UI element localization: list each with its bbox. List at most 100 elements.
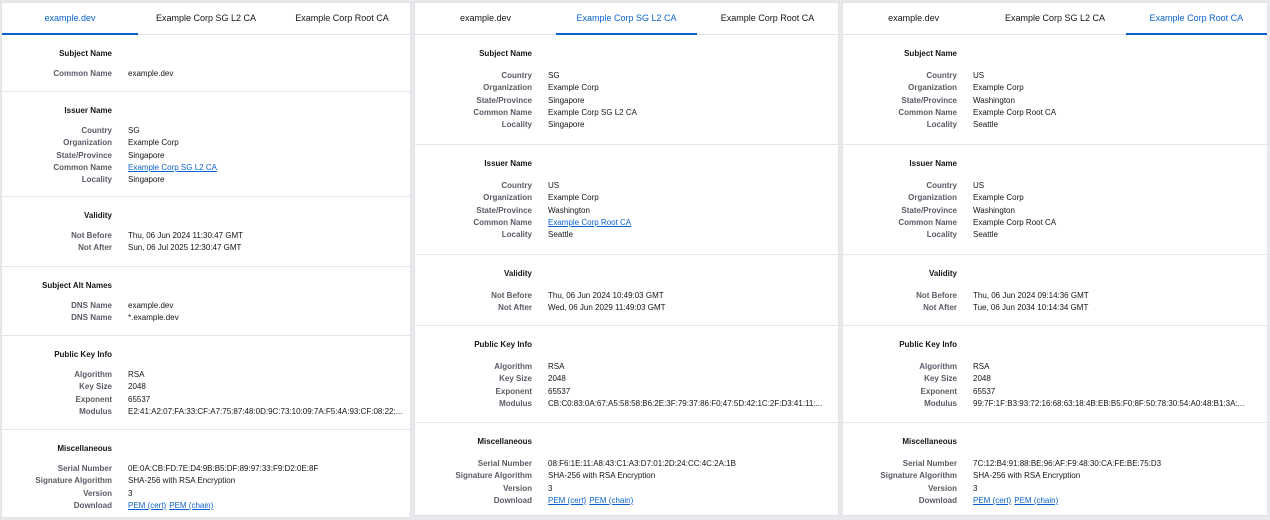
field-row-common-name: Common Name Example Corp Root CA (415, 217, 838, 229)
field-row-country: Country SG (2, 125, 410, 137)
certificate-panel-leaf: example.dev Example Corp SG L2 CA Example … (1, 2, 411, 518)
tab-example-dev[interactable]: example.dev (843, 3, 984, 34)
field-value: 3 (973, 483, 978, 493)
field-label: Country (926, 181, 957, 190)
field-row-version: Version 3 (843, 483, 1267, 495)
field-label: Serial Number (57, 464, 112, 473)
field-row-key-size: Key Size 2048 (415, 373, 838, 385)
field-value: Singapore (548, 120, 585, 130)
field-label: Modulus (924, 398, 957, 408)
field-row-organization: Organization Example Corp (843, 82, 1267, 94)
section-title: Subject Name (59, 49, 112, 58)
field-label: State/Province (476, 95, 532, 105)
field-value: Singapore (128, 150, 165, 160)
field-row-locality: Locality Singapore (2, 174, 410, 186)
field-row-serial-number: Serial Number 7C:12:B4:91:88:BE:96:AF:F9:… (843, 458, 1267, 470)
field-label: Not Before (491, 291, 532, 300)
field-value: Wed, 06 Jun 2029 11:49:03 GMT (548, 303, 666, 313)
field-row-download: Download PEM (cert) PEM (chain) (843, 495, 1267, 507)
issuer-certificate-link[interactable]: Example Corp SG L2 CA (128, 163, 217, 172)
field-label: DNS Name (71, 313, 112, 323)
field-row-download: Download PEM (cert) PEM (chain) (2, 500, 410, 512)
field-label: Algorithm (919, 362, 957, 371)
download-pem-cert-link[interactable]: PEM (cert) (128, 501, 166, 510)
download-pem-chain-link[interactable]: PEM (chain) (1014, 496, 1058, 505)
tab-example-corp-sg-l2-ca[interactable]: Example Corp SG L2 CA (984, 3, 1125, 34)
field-row-download: Download PEM (cert) PEM (chain) (415, 495, 838, 507)
tab-bar: example.dev Example Corp SG L2 CA Example … (415, 3, 838, 35)
field-value: Example Corp SG L2 CA (128, 162, 410, 174)
field-row-state-province: State/Province Singapore (2, 150, 410, 162)
field-row-country: Country US (843, 180, 1267, 192)
field-value: SHA-256 with RSA Encryption (548, 471, 656, 481)
tab-example-corp-root-ca[interactable]: Example Corp Root CA (1125, 3, 1267, 35)
field-value: example.dev (128, 301, 174, 310)
field-value: PEM (cert) PEM (chain) (128, 500, 410, 512)
download-pem-chain-link[interactable]: PEM (chain) (589, 496, 633, 505)
field-label: Locality (501, 230, 532, 240)
field-row-signature-algorithm: Signature Algorithm SHA-256 with RSA Encr… (415, 470, 838, 482)
field-row-algorithm: Algorithm RSA (415, 361, 838, 373)
field-label: State/Province (56, 150, 112, 160)
field-value: Washington (548, 205, 590, 215)
field-row-not-after: Not After Wed, 06 Jun 2029 11:49:03 GMT (415, 302, 838, 314)
field-value: SG (128, 126, 140, 135)
field-value: SHA-256 with RSA Encryption (128, 476, 236, 486)
tab-bar: example.dev Example Corp SG L2 CA Example … (2, 3, 410, 35)
section-subject-name: Subject Name Country US Organization Example… (843, 35, 1267, 145)
field-row-exponent: Exponent 65537 (2, 394, 410, 406)
field-value: US (973, 181, 985, 190)
field-row-version: Version 3 (2, 488, 410, 500)
field-row-country: Country SG (415, 70, 838, 82)
field-value: 65537 (548, 386, 571, 396)
tab-example-dev[interactable]: example.dev (2, 3, 138, 35)
field-value: E2:41:A2:07:FA:33:CF:A7:75:87:48:0D:9C:7… (128, 406, 403, 416)
section-title: Subject Name (479, 49, 532, 58)
download-pem-chain-link[interactable]: PEM (chain) (169, 501, 213, 510)
field-label: Organization (908, 83, 957, 93)
tab-example-corp-root-ca[interactable]: Example Corp Root CA (274, 3, 410, 34)
field-row-country: Country US (415, 180, 838, 192)
field-value: Washington (973, 95, 1015, 105)
field-label: Algorithm (494, 362, 532, 371)
download-pem-cert-link[interactable]: PEM (cert) (548, 496, 586, 505)
field-value: Singapore (128, 175, 165, 185)
field-label: Common Name (898, 107, 957, 117)
tab-example-corp-sg-l2-ca[interactable]: Example Corp SG L2 CA (556, 3, 697, 35)
field-value: Example Corp Root CA (973, 217, 1057, 227)
field-label: Download (493, 495, 532, 505)
field-label: Exponent (495, 386, 532, 396)
field-row-not-before: Not Before Thu, 06 Jun 2024 10:49:03 GMT (415, 290, 838, 302)
section-miscellaneous: Miscellaneous Serial Number 0E:0A:CB:FD:7E… (2, 430, 410, 517)
field-label: Key Size (79, 382, 112, 392)
field-row-state-province: State/Province Washington (415, 205, 838, 217)
field-value: 08:F6:1E:11:A8:43:C1:A3:D7:01:2D:24:CC:4… (548, 459, 736, 468)
field-label: Key Size (499, 374, 532, 384)
field-label: State/Province (901, 205, 957, 215)
field-row-serial-number: Serial Number 08:F6:1E:11:A8:43:C1:A3:D7:… (415, 458, 838, 470)
tab-example-corp-root-ca[interactable]: Example Corp Root CA (697, 3, 838, 34)
section-subject-alt-names: Subject Alt Names DNS Name example.dev DNS … (2, 267, 410, 336)
field-label: Modulus (79, 406, 112, 416)
field-value: 3 (128, 488, 133, 498)
field-value: 65537 (128, 394, 151, 404)
download-pem-cert-link[interactable]: PEM (cert) (973, 496, 1011, 505)
field-row-signature-algorithm: Signature Algorithm SHA-256 with RSA Encr… (2, 475, 410, 487)
field-label: Common Name (473, 107, 532, 117)
field-value: PEM (cert) PEM (chain) (548, 495, 838, 507)
field-row-common-name: Common Name Example Corp SG L2 CA (2, 162, 410, 174)
certificate-panel-intermediate: example.dev Example Corp SG L2 CA Example … (414, 2, 839, 516)
field-value: Tue, 06 Jun 2034 10:14:34 GMT (973, 303, 1089, 313)
field-row-algorithm: Algorithm RSA (2, 369, 410, 381)
field-label: Country (501, 181, 532, 190)
tab-example-corp-sg-l2-ca[interactable]: Example Corp SG L2 CA (138, 3, 274, 34)
section-miscellaneous: Miscellaneous Serial Number 08:F6:1E:11:A8… (415, 423, 838, 515)
issuer-certificate-link[interactable]: Example Corp Root CA (548, 218, 631, 227)
field-row-key-size: Key Size 2048 (2, 381, 410, 393)
field-row-not-before: Not Before Thu, 06 Jun 2024 11:30:47 GMT (2, 230, 410, 242)
tab-example-dev[interactable]: example.dev (415, 3, 556, 34)
field-value: *.example.dev (128, 313, 179, 323)
field-label: Country (501, 71, 532, 80)
section-title: Issuer Name (909, 159, 957, 168)
field-label: Organization (63, 138, 112, 148)
